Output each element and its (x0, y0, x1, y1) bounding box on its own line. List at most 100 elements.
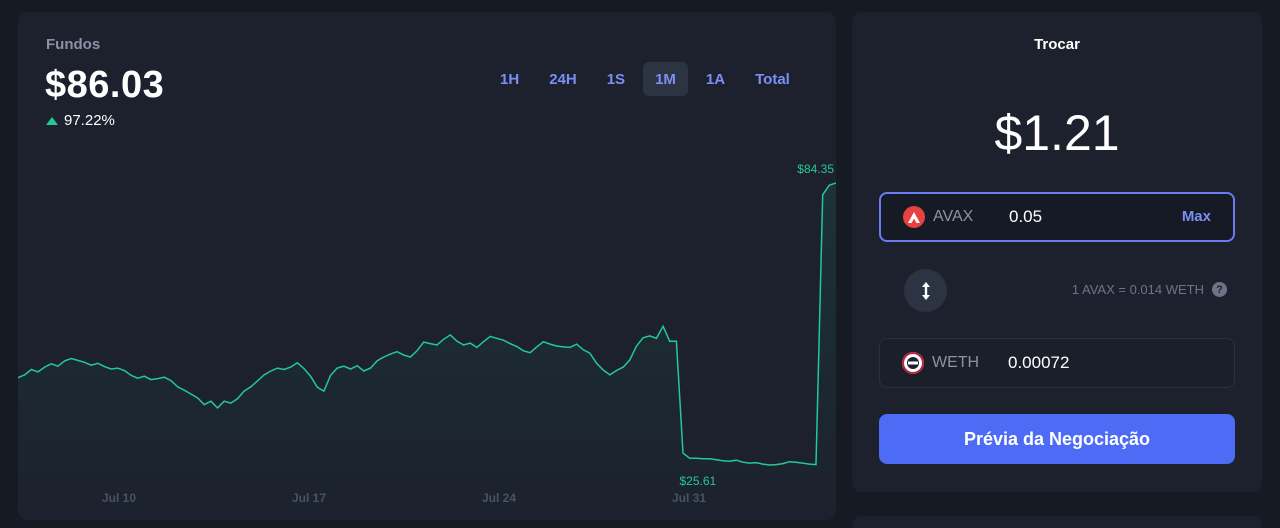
weth-icon (902, 352, 924, 374)
chart-point (130, 374, 132, 376)
swap-title: Trocar (1034, 36, 1080, 53)
swap-arrows-icon (921, 281, 930, 300)
chart-point (569, 346, 571, 348)
chart-point (137, 377, 139, 379)
chart-point (356, 365, 358, 367)
chart-point (117, 367, 119, 369)
x-tick-label: Jul 31 (672, 491, 706, 505)
chart-point (775, 464, 777, 466)
chart-point (715, 459, 717, 461)
funds-label: Fundos (46, 36, 101, 53)
chart-point (582, 349, 584, 351)
tab-1m[interactable]: 1M (643, 62, 688, 96)
chart-point (509, 343, 511, 345)
chart-point (822, 194, 824, 196)
chart-point (170, 380, 172, 382)
chart-point (649, 335, 651, 337)
x-tick-label: Jul 17 (292, 491, 326, 505)
chart-point (44, 366, 46, 368)
preview-trade-button[interactable]: Prévia da Negociação (879, 414, 1235, 464)
chart-point (795, 461, 797, 463)
chart-point (735, 459, 737, 461)
tab-1h[interactable]: 1H (488, 62, 531, 96)
chart-point (556, 345, 558, 347)
chart-point (702, 458, 704, 460)
chart-point (615, 369, 618, 372)
chart-point (323, 390, 325, 392)
chart-point (283, 368, 285, 371)
chart-point (635, 345, 638, 347)
chart-point (203, 404, 205, 406)
chart-point (596, 362, 598, 364)
from-amount-input[interactable]: 0.05 (1009, 207, 1042, 227)
chart-point (516, 345, 518, 348)
funds-value: $86.03 (45, 64, 165, 106)
chart-point (602, 369, 604, 371)
chart-point (236, 398, 239, 400)
chart-point (536, 346, 538, 348)
chart-point (37, 371, 39, 373)
chart-point (622, 366, 624, 368)
chart-point (456, 340, 458, 342)
chart-point (64, 360, 66, 362)
max-button[interactable]: Max (1182, 208, 1211, 225)
page: $84.35 $25.61 Jul 10 Jul 17 Jul 24 Jul 31 Fun… (0, 0, 1280, 528)
chart-point (336, 367, 338, 369)
chart-point (576, 343, 578, 345)
chart-point (502, 339, 505, 341)
chart-point (256, 380, 258, 382)
chart-point (110, 368, 112, 370)
chart-point (349, 368, 352, 370)
chart-point (183, 389, 185, 391)
chart-point (123, 369, 125, 372)
chart-point (77, 359, 79, 361)
swap-card: Trocar $1.21 AVAX 0.05 Max 1 AVAX = 0.01… (852, 12, 1262, 492)
chart-point (762, 463, 764, 465)
chart-point (549, 343, 551, 345)
funds-card: $84.35 $25.61 Jul 10 Jul 17 Jul 24 Jul 31 Fun… (18, 12, 836, 520)
range-tabs: 1H 24H 1S 1M 1A Total (488, 62, 802, 96)
chart-point (343, 365, 345, 367)
chart-min-label: $25.61 (679, 474, 716, 488)
chart-point (609, 374, 611, 376)
chart-point (589, 352, 591, 354)
chart-point (396, 351, 398, 353)
chart-point (216, 407, 219, 409)
chart-point (296, 362, 298, 364)
chart-point (729, 460, 731, 462)
chart-point (223, 400, 225, 402)
tab-1a[interactable]: 1A (694, 62, 737, 96)
chart-point (389, 353, 391, 355)
chart-point (409, 356, 411, 358)
chart-point (675, 340, 678, 342)
chart-point (682, 452, 684, 454)
chart-point (482, 341, 485, 343)
exchange-rate: 1 AVAX = 0.014 WETH ? (1072, 282, 1227, 297)
chart-point (463, 344, 465, 346)
chart-point (669, 340, 671, 342)
x-tick-label: Jul 24 (482, 491, 516, 505)
chart-point (742, 461, 744, 463)
chart-point (469, 342, 471, 344)
tab-total[interactable]: Total (743, 62, 802, 96)
chart-point (150, 379, 152, 381)
chart-point (489, 335, 491, 337)
tab-24h[interactable]: 24H (537, 62, 589, 96)
chart-point (290, 366, 292, 368)
to-token-symbol: WETH (932, 354, 980, 371)
chart-point (689, 457, 691, 459)
chart-point (542, 341, 545, 343)
chart-point (429, 343, 431, 345)
chart-point (230, 402, 232, 404)
to-token-field[interactable]: WETH 0.00072 (879, 338, 1235, 388)
chart-point (522, 350, 524, 352)
tab-1s[interactable]: 1S (595, 62, 637, 96)
avax-icon (903, 206, 925, 228)
chart-point (303, 368, 305, 370)
swap-direction-button[interactable] (904, 269, 947, 312)
chart-point (788, 461, 791, 463)
help-icon[interactable]: ? (1212, 282, 1227, 297)
chart-point (443, 338, 445, 340)
funds-change-value: 97.22% (64, 112, 115, 129)
from-token-field[interactable]: AVAX 0.05 Max (879, 192, 1235, 242)
